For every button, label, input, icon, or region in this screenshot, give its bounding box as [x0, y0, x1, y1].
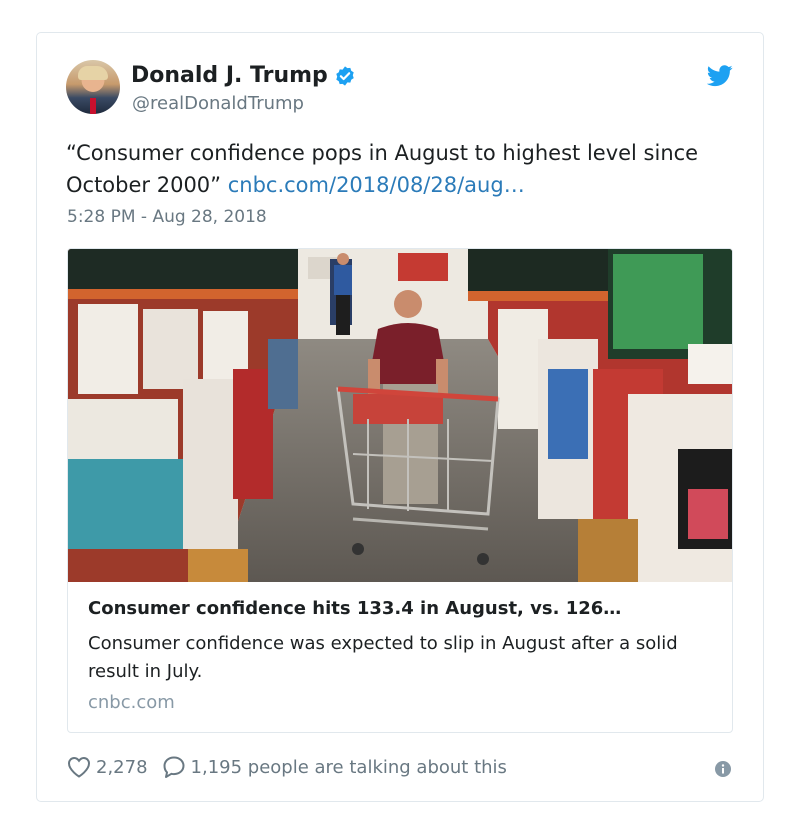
- reply-bubble-icon[interactable]: [162, 755, 186, 779]
- author-name-row[interactable]: Donald J. Trump: [131, 63, 356, 88]
- tweet-actions: 2,278 1,195 people are talking about thi…: [67, 755, 507, 779]
- author-name[interactable]: Donald J. Trump: [131, 63, 328, 88]
- preview-title[interactable]: Consumer confidence hits 133.4 in August…: [88, 598, 621, 619]
- avatar[interactable]: [66, 60, 120, 114]
- preview-domain: cnbc.com: [88, 692, 175, 713]
- twitter-bird-icon[interactable]: [707, 65, 733, 87]
- tweet-text: “Consumer confidence pops in August to h…: [66, 137, 726, 201]
- info-icon[interactable]: [715, 761, 731, 777]
- tweet-link[interactable]: cnbc.com/2018/08/28/aug…: [228, 173, 525, 197]
- conversation-count[interactable]: 1,195 people are talking about this: [191, 757, 507, 778]
- preview-description: Consumer confidence was expected to slip…: [88, 633, 678, 682]
- like-count[interactable]: 2,278: [96, 757, 148, 778]
- author-handle[interactable]: @realDonaldTrump: [132, 93, 304, 114]
- verified-badge-icon: [336, 65, 354, 86]
- avatar-tie: [90, 98, 96, 114]
- link-preview-card[interactable]: Consumer confidence hits 133.4 in August…: [67, 248, 733, 733]
- preview-photo: [68, 249, 732, 582]
- avatar-hair: [78, 66, 108, 80]
- embedded-tweet-card: Donald J. Trump @realDonaldTrump “Consum…: [36, 32, 764, 802]
- heart-icon[interactable]: [67, 756, 91, 778]
- tweet-timestamp[interactable]: 5:28 PM - Aug 28, 2018: [67, 207, 267, 227]
